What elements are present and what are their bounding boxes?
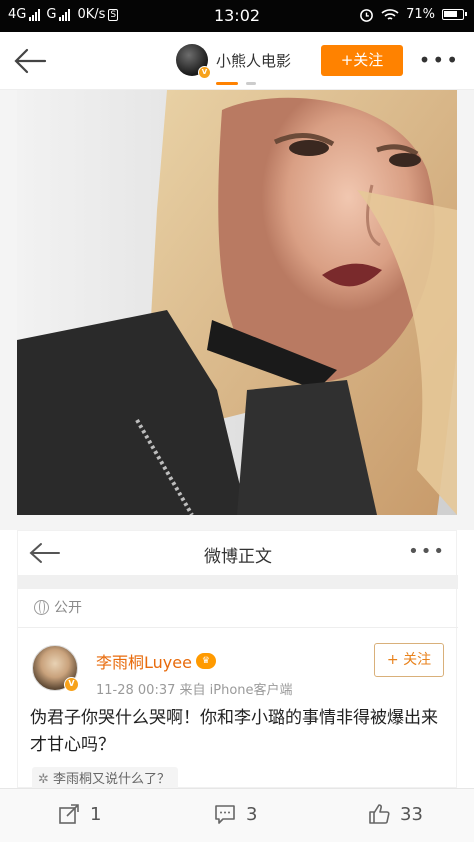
comment-button[interactable]: 3	[214, 803, 257, 825]
comment-icon	[215, 805, 235, 824]
embedded-page-title: 微博正文	[204, 547, 272, 567]
post-text: 伪君子你哭什么哭啊！你和李小璐的事情非得被爆出来才甘心吗？	[30, 708, 438, 755]
share-count: 1	[90, 803, 102, 825]
embedded-post-screenshot: 微博正文 ••• 公开 V 李雨桐Luyee ♛ 11-28 00:37 来自 …	[17, 530, 458, 790]
repost-tag: ✲ 李雨桐又说什么了？	[32, 767, 179, 790]
embedded-header: 微博正文 •••	[18, 531, 458, 575]
embedded-follow-button: + 关注	[374, 643, 444, 677]
status-right: 71%	[359, 7, 467, 22]
battery-icon	[442, 9, 467, 20]
user-name-text: 李雨桐Luyee	[96, 653, 192, 672]
author-name[interactable]: 小熊人电影	[216, 50, 291, 71]
verified-badge-icon: V	[64, 677, 79, 692]
thumbs-up-icon	[369, 804, 390, 824]
post-meta: 11-28 00:37 来自 iPhone客户端	[96, 683, 293, 698]
user-avatar: V	[32, 645, 79, 692]
repost-tag-text: 李雨桐又说什么了？	[53, 772, 171, 787]
globe-icon	[34, 599, 49, 615]
post-photo[interactable]	[17, 90, 457, 515]
back-arrow-icon[interactable]	[12, 46, 48, 76]
verified-badge-icon: V	[198, 66, 211, 79]
like-count: 33	[400, 803, 423, 825]
more-options-icon[interactable]: •••	[419, 50, 460, 70]
comment-count: 3	[246, 803, 258, 825]
follow-button[interactable]: +关注	[321, 45, 403, 76]
author-avatar[interactable]: V	[176, 44, 211, 79]
status-bar: 4G G 0K/s S 13:02 71%	[0, 0, 474, 32]
embedded-more-icon: •••	[408, 541, 446, 562]
page-indicator-active	[216, 82, 238, 85]
bottom-action-bar: 1 3 33	[0, 788, 474, 842]
battery-percent: 71%	[406, 7, 435, 22]
wifi-icon	[381, 8, 399, 20]
user-name: 李雨桐Luyee ♛	[96, 649, 216, 673]
visibility-text: 公开	[54, 600, 82, 616]
sparkle-icon: ✲	[38, 772, 54, 787]
share-icon	[59, 804, 79, 824]
alarm-icon	[360, 9, 373, 22]
visibility-label: 公开	[34, 597, 82, 617]
author-info[interactable]: V 小熊人电影	[176, 44, 291, 79]
portrait-image	[17, 90, 457, 515]
page-indicator-inactive	[246, 82, 256, 85]
separator-bar	[18, 575, 458, 589]
vip-crown-icon: ♛	[195, 653, 216, 669]
divider	[18, 627, 458, 628]
top-navigation-bar: V 小熊人电影 +关注 •••	[0, 32, 474, 90]
share-button[interactable]: 1	[58, 803, 101, 825]
like-button[interactable]: 33	[368, 803, 423, 825]
